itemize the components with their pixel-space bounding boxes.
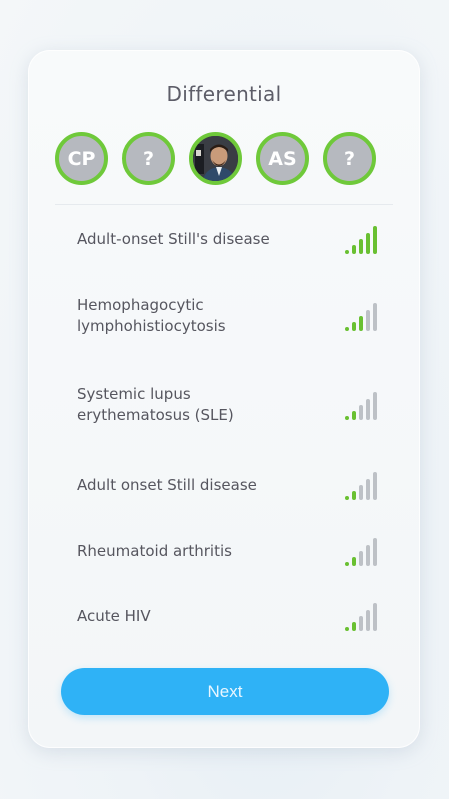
signal-bar — [352, 322, 356, 331]
likelihood-signal-icon — [342, 536, 377, 566]
avatar-question-mark: ? — [142, 147, 155, 170]
differential-item[interactable]: Rheumatoid arthritis — [77, 536, 377, 566]
signal-bar — [366, 545, 370, 566]
differential-card: Differential CP ? AS ? Adult-onset Still… — [28, 50, 420, 748]
avatar-initials: AS — [268, 147, 297, 170]
differential-item[interactable]: Hemophagocytic lymphohistiocytosis — [77, 295, 377, 337]
signal-bar — [366, 479, 370, 500]
signal-bar — [352, 491, 356, 500]
likelihood-signal-icon — [342, 224, 377, 254]
signal-bar — [373, 392, 377, 420]
signal-bar — [345, 250, 349, 254]
signal-bar — [373, 303, 377, 331]
differential-item[interactable]: Systemic lupus erythematosus (SLE) — [77, 384, 377, 426]
differential-item[interactable]: Adult-onset Still's disease — [77, 224, 377, 254]
signal-bar — [352, 557, 356, 566]
differential-item[interactable]: Adult onset Still disease — [77, 470, 377, 500]
avatar-as[interactable]: AS — [256, 132, 309, 185]
differential-label: Adult onset Still disease — [77, 475, 257, 494]
likelihood-signal-icon — [342, 470, 377, 500]
likelihood-signal-icon — [342, 601, 377, 631]
differential-label: Hemophagocytic lymphohistiocytosis — [77, 296, 226, 335]
signal-bar — [345, 416, 349, 420]
likelihood-signal-icon — [342, 301, 377, 331]
next-button[interactable]: Next — [61, 668, 389, 715]
contributor-avatars: CP ? AS ? — [55, 132, 376, 185]
signal-bar — [373, 472, 377, 500]
differential-label: Systemic lupus erythematosus (SLE) — [77, 385, 234, 424]
differential-item[interactable]: Acute HIV — [77, 601, 377, 631]
signal-bar — [359, 239, 363, 254]
signal-bar — [366, 399, 370, 420]
signal-bar — [359, 551, 363, 566]
page-title: Differential — [166, 82, 282, 106]
differential-label: Adult-onset Still's disease — [77, 229, 270, 248]
signal-bar — [352, 411, 356, 420]
signal-bar — [345, 562, 349, 566]
avatar-unknown[interactable]: ? — [323, 132, 376, 185]
signal-bar — [373, 603, 377, 631]
differential-label: Rheumatoid arthritis — [77, 541, 232, 560]
signal-bar — [345, 327, 349, 331]
signal-bar — [345, 627, 349, 631]
signal-bar — [373, 226, 377, 254]
avatar-question-mark: ? — [343, 147, 356, 170]
signal-bar — [359, 485, 363, 500]
signal-bar — [366, 610, 370, 631]
user-photo-icon — [193, 136, 238, 181]
signal-bar — [373, 538, 377, 566]
signal-bar — [366, 233, 370, 254]
signal-bar — [352, 245, 356, 254]
avatar-cp[interactable]: CP — [55, 132, 108, 185]
likelihood-signal-icon — [342, 390, 377, 420]
signal-bar — [366, 310, 370, 331]
avatar-unknown[interactable]: ? — [122, 132, 175, 185]
signal-bar — [359, 616, 363, 631]
differential-label: Acute HIV — [77, 606, 151, 625]
avatar-initials: CP — [67, 147, 96, 170]
signal-bar — [359, 405, 363, 420]
signal-bar — [359, 316, 363, 331]
avatar-photo[interactable] — [189, 132, 242, 185]
divider — [55, 204, 393, 205]
signal-bar — [345, 496, 349, 500]
signal-bar — [352, 622, 356, 631]
